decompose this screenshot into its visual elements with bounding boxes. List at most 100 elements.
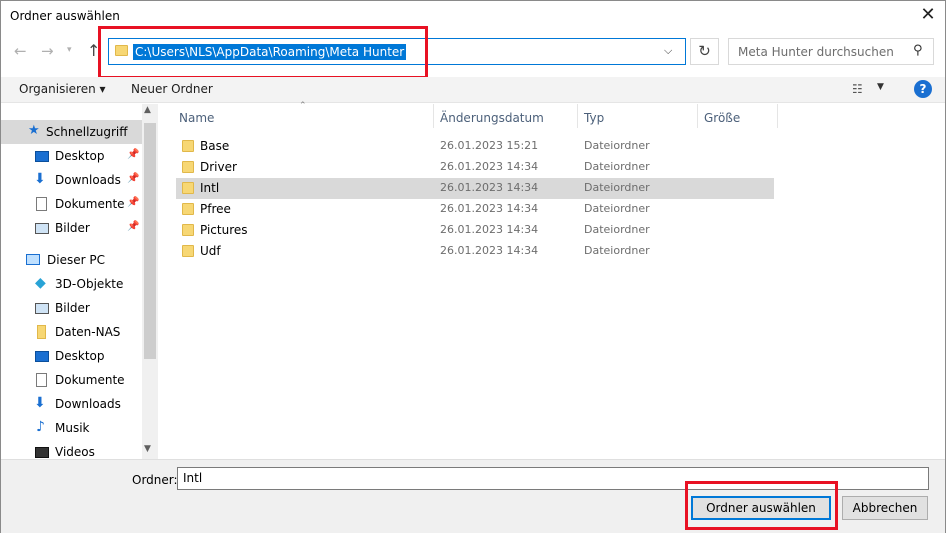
pictures-icon <box>35 223 49 234</box>
sidebar-item-downloads-pinned[interactable]: ⬇ Downloads 📌 <box>1 168 142 192</box>
list-item[interactable]: Driver 26.01.2023 14:34 Dateiordner <box>176 157 774 178</box>
sidebar-item-label: Schnellzugriff <box>46 125 128 139</box>
search-placeholder: Meta Hunter durchsuchen <box>738 45 894 59</box>
file-name: Intl <box>200 181 220 195</box>
recent-locations-icon[interactable]: ▾ <box>67 45 72 55</box>
download-icon: ⬇ <box>34 395 46 411</box>
file-date: 26.01.2023 14:34 <box>440 160 539 173</box>
column-header-name[interactable]: Name <box>179 111 214 138</box>
highlight-box-address <box>98 26 428 79</box>
file-date: 26.01.2023 14:34 <box>440 181 539 194</box>
sidebar-item-downloads[interactable]: ⬇ Downloads <box>1 392 142 416</box>
sidebar-item-label: Videos <box>55 445 95 459</box>
sidebar-item-label: Dokumente <box>55 197 125 211</box>
scrollbar-thumb[interactable] <box>144 123 156 359</box>
sidebar-item-quick-access[interactable]: ★ Schnellzugriff <box>1 120 142 144</box>
sidebar-item-label: Desktop <box>55 349 105 363</box>
sidebar-item-label: Bilder <box>55 221 90 235</box>
folder-icon <box>182 245 194 257</box>
sort-ascending-icon: ⌃ <box>299 101 307 111</box>
command-toolbar: Organisieren ▾ Neuer Ordner ☷ ▼ ? <box>1 77 945 103</box>
sidebar-item-3d-objects[interactable]: ◆ 3D-Objekte <box>1 272 142 296</box>
refresh-icon: ↻ <box>698 42 711 60</box>
file-type: Dateiordner <box>584 139 650 152</box>
sidebar-item-documents[interactable]: Dokumente <box>1 368 142 392</box>
column-divider[interactable] <box>777 104 778 128</box>
column-divider[interactable] <box>433 104 434 128</box>
sidebar-item-desktop-pinned[interactable]: Desktop 📌 <box>1 144 142 168</box>
pin-icon: 📌 <box>127 221 140 232</box>
column-header-size[interactable]: Größe <box>704 111 740 138</box>
folder-name-value: Intl <box>183 471 203 485</box>
scroll-up-icon[interactable]: ▲ <box>144 105 151 115</box>
sidebar-item-label: Musik <box>55 421 90 435</box>
folder-icon <box>182 140 194 152</box>
star-icon: ★ <box>28 123 40 138</box>
computer-icon <box>26 254 40 265</box>
sidebar-item-label: Downloads <box>55 397 121 411</box>
back-icon[interactable]: ← <box>14 42 27 60</box>
highlight-box-select-button <box>685 481 838 530</box>
sidebar-item-label: Desktop <box>55 149 105 163</box>
search-icon[interactable]: ⚲ <box>913 43 923 58</box>
folder-icon <box>37 325 46 339</box>
cube-icon: ◆ <box>35 275 46 291</box>
sidebar-item-music[interactable]: ♪ Musik <box>1 416 142 440</box>
list-item[interactable]: Pictures 26.01.2023 14:34 Dateiordner <box>176 220 774 241</box>
file-type: Dateiordner <box>584 223 650 236</box>
list-item[interactable]: Pfree 26.01.2023 14:34 Dateiordner <box>176 199 774 220</box>
view-details-icon[interactable]: ☷ <box>852 82 863 96</box>
folder-icon <box>182 224 194 236</box>
sidebar-item-documents-pinned[interactable]: Dokumente 📌 <box>1 192 142 216</box>
file-type: Dateiordner <box>584 202 650 215</box>
desktop-icon <box>35 351 49 362</box>
desktop-icon <box>35 151 49 162</box>
sidebar-item-desktop[interactable]: Desktop <box>1 344 142 368</box>
list-item-selected[interactable]: Intl 26.01.2023 14:34 Dateiordner <box>176 178 774 199</box>
chevron-down-icon[interactable]: ⌵ <box>664 44 672 58</box>
file-date: 26.01.2023 14:34 <box>440 244 539 257</box>
folder-icon <box>182 182 194 194</box>
list-item[interactable]: Base 26.01.2023 15:21 Dateiordner <box>176 136 774 157</box>
document-icon <box>36 197 47 211</box>
sidebar-item-label: Downloads <box>55 173 121 187</box>
folder-picker-dialog: Ordner auswählen ✕ ← → ▾ ↑ C:\Users\NLS\… <box>0 0 946 533</box>
help-button[interactable]: ? <box>914 80 932 98</box>
document-icon <box>36 373 47 387</box>
forward-icon[interactable]: → <box>41 42 54 60</box>
folder-icon <box>182 161 194 173</box>
sidebar-item-label: Dieser PC <box>47 253 105 267</box>
cancel-button[interactable]: Abbrechen <box>842 496 928 520</box>
column-header-date[interactable]: Änderungsdatum <box>440 111 544 138</box>
file-type: Dateiordner <box>584 181 650 194</box>
pin-icon: 📌 <box>127 173 140 184</box>
sidebar-item-pictures[interactable]: Bilder <box>1 296 142 320</box>
file-name: Pfree <box>200 202 231 216</box>
file-date: 26.01.2023 15:21 <box>440 139 539 152</box>
column-divider[interactable] <box>697 104 698 128</box>
navigation-pane: ★ Schnellzugriff Desktop 📌 ⬇ Downloads 📌… <box>1 104 159 459</box>
sidebar-item-pictures-pinned[interactable]: Bilder 📌 <box>1 216 142 240</box>
sidebar-item-daten-nas[interactable]: Daten-NAS <box>1 320 142 344</box>
close-icon[interactable]: ✕ <box>913 4 943 28</box>
file-date: 26.01.2023 14:34 <box>440 202 539 215</box>
scroll-down-icon[interactable]: ▼ <box>144 444 151 454</box>
file-name: Udf <box>200 244 221 258</box>
music-icon: ♪ <box>36 419 45 435</box>
organize-button[interactable]: Organisieren ▾ <box>19 82 106 96</box>
search-box[interactable]: Meta Hunter durchsuchen ⚲ <box>728 38 934 65</box>
folder-field-label: Ordner: <box>132 473 178 487</box>
sidebar-item-this-pc[interactable]: Dieser PC <box>1 248 142 272</box>
pictures-icon <box>35 303 49 314</box>
folder-icon <box>182 203 194 215</box>
list-item[interactable]: Udf 26.01.2023 14:34 Dateiordner <box>176 241 774 262</box>
refresh-button[interactable]: ↻ <box>690 38 719 65</box>
new-folder-button[interactable]: Neuer Ordner <box>131 82 213 96</box>
sidebar-item-label: Daten-NAS <box>55 325 121 339</box>
view-options-chevron-icon[interactable]: ▼ <box>877 82 884 92</box>
sidebar-item-label: Bilder <box>55 301 90 315</box>
column-divider[interactable] <box>577 104 578 128</box>
video-icon <box>35 447 49 458</box>
column-header-type[interactable]: Typ <box>584 111 604 138</box>
pin-icon: 📌 <box>127 149 140 160</box>
